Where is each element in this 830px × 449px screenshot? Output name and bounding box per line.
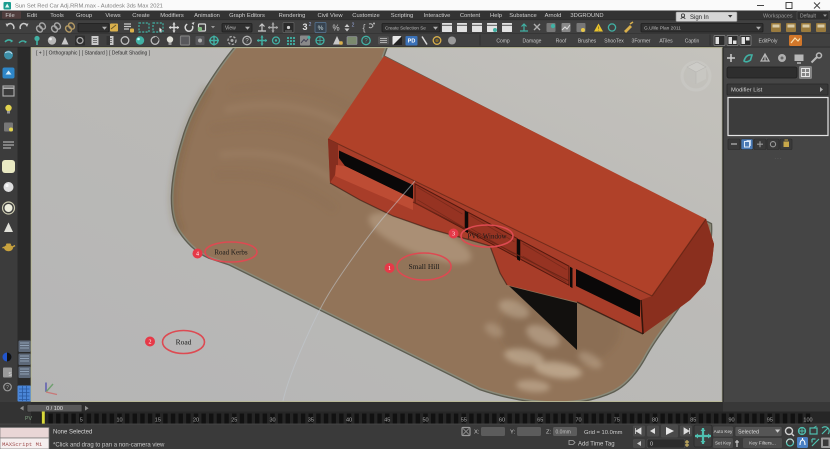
svg-text:Small Hill: Small Hill — [408, 262, 439, 271]
svg-text:2: 2 — [352, 22, 355, 28]
svg-text:?: ? — [6, 385, 9, 391]
svg-text:2: 2 — [309, 22, 312, 28]
svg-text:Substance: Substance — [509, 13, 536, 19]
svg-text:20: 20 — [193, 418, 199, 424]
svg-text:X:: X: — [474, 430, 480, 436]
svg-text:Selected: Selected — [738, 429, 759, 435]
svg-text:0.0mm: 0.0mm — [556, 429, 571, 435]
svg-text:3Former: 3Former — [632, 38, 651, 44]
svg-text:55: 55 — [461, 418, 467, 424]
svg-text:Captin: Captin — [685, 38, 700, 44]
svg-text:5: 5 — [80, 418, 83, 424]
svg-text:Interactive: Interactive — [424, 13, 451, 19]
svg-text:PD: PD — [408, 39, 416, 45]
svg-text:EditPoly: EditPoly — [758, 38, 777, 44]
svg-text:PVC Window: PVC Window — [467, 232, 507, 240]
svg-text:View: View — [225, 26, 236, 32]
svg-text:95: 95 — [767, 418, 773, 424]
svg-text:ATiles: ATiles — [659, 38, 673, 44]
svg-text:80: 80 — [652, 418, 658, 424]
svg-text:3: 3 — [452, 232, 455, 238]
svg-text:Customize: Customize — [352, 13, 379, 19]
svg-text:Y:: Y: — [510, 430, 516, 436]
svg-text:File: File — [5, 13, 14, 19]
svg-text:30: 30 — [269, 418, 275, 424]
svg-text:Add Time Tag: Add Time Tag — [578, 441, 615, 447]
svg-text:G.Ulile Plan 2011: G.Ulile Plan 2011 — [644, 25, 681, 31]
svg-text:*Click and drag to pan a non-c: *Click and drag to pan a non-camera view — [53, 443, 165, 449]
svg-text:Sign In: Sign In — [690, 15, 709, 21]
svg-text:%: % — [332, 23, 339, 32]
svg-text:2: 2 — [149, 340, 152, 346]
svg-text:{: { — [362, 23, 365, 33]
svg-text:4: 4 — [196, 252, 199, 258]
svg-text:Content: Content — [460, 13, 481, 19]
svg-text:Road: Road — [176, 338, 192, 347]
svg-text:PV: PV — [25, 416, 32, 422]
svg-text:65: 65 — [537, 418, 543, 424]
svg-text:3DGROUND: 3DGROUND — [570, 13, 603, 19]
svg-text:Road Kerbs: Road Kerbs — [214, 248, 248, 256]
svg-text:None Selected: None Selected — [53, 430, 92, 436]
svg-text:Scripting: Scripting — [391, 13, 414, 19]
svg-text:75: 75 — [614, 418, 620, 424]
svg-text:Rendering: Rendering — [279, 13, 306, 19]
svg-text:!: ! — [598, 27, 599, 33]
svg-text:MAXScript Mi: MAXScript Mi — [2, 441, 43, 448]
svg-text:Help: Help — [490, 13, 502, 19]
svg-text:Workspaces: Workspaces — [763, 13, 793, 19]
svg-text:Default: Default — [800, 14, 816, 20]
svg-text:90: 90 — [728, 418, 734, 424]
svg-text:Modifiers: Modifiers — [160, 13, 184, 19]
svg-text:Auto Key: Auto Key — [714, 429, 733, 434]
svg-text:3: 3 — [302, 22, 307, 32]
svg-text:1: 1 — [388, 266, 391, 272]
svg-text:100: 100 — [803, 418, 812, 424]
svg-text:Comp: Comp — [496, 38, 510, 44]
svg-text:Z:: Z: — [546, 430, 552, 436]
svg-text:Damage: Damage — [523, 38, 542, 44]
svg-text:Brushes: Brushes — [578, 38, 597, 44]
svg-text:Edit: Edit — [27, 13, 37, 19]
svg-text:50: 50 — [422, 418, 428, 424]
svg-text:70: 70 — [575, 418, 581, 424]
svg-text:Set Key: Set Key — [715, 441, 732, 446]
svg-text:60: 60 — [499, 418, 505, 424]
svg-text:15: 15 — [155, 418, 161, 424]
svg-text:45: 45 — [384, 418, 390, 424]
svg-text:Create Selection Se: Create Selection Se — [385, 25, 426, 30]
svg-text:40: 40 — [346, 418, 352, 424]
svg-text:Tools: Tools — [50, 13, 64, 19]
svg-text:0: 0 — [650, 441, 653, 447]
svg-text:. . .: . . . — [775, 155, 782, 161]
svg-text:%: % — [318, 25, 324, 32]
svg-text:10: 10 — [116, 418, 122, 424]
svg-text:ShooTex: ShooTex — [604, 38, 624, 44]
svg-text:25: 25 — [231, 418, 237, 424]
svg-text:Civil View: Civil View — [317, 13, 343, 19]
svg-text:Animation: Animation — [194, 13, 220, 19]
svg-text:85: 85 — [690, 418, 696, 424]
svg-text:Graph Editors: Graph Editors — [229, 13, 265, 19]
svg-text:[ + ] [ Orthographic ] [ Stand: [ + ] [ Orthographic ] [ Standard ] [ De… — [36, 50, 151, 56]
svg-text:Create: Create — [132, 13, 149, 19]
svg-text:Arnold: Arnold — [545, 13, 562, 19]
svg-text:Modifier List: Modifier List — [731, 88, 763, 94]
svg-text:Grid = 10.0mm: Grid = 10.0mm — [584, 430, 623, 436]
svg-text:Group: Group — [76, 13, 92, 19]
svg-text:Key Filters...: Key Filters... — [749, 441, 776, 447]
svg-text:0 / 100: 0 / 100 — [46, 406, 63, 412]
svg-text:Roof: Roof — [556, 38, 567, 44]
svg-text:Views: Views — [105, 13, 120, 19]
svg-text:35: 35 — [308, 418, 314, 424]
svg-text:Sun Set Red Car Adj.RRM.max -: Sun Set Red Car Adj.RRM.max - Autodesk 3… — [15, 3, 163, 9]
